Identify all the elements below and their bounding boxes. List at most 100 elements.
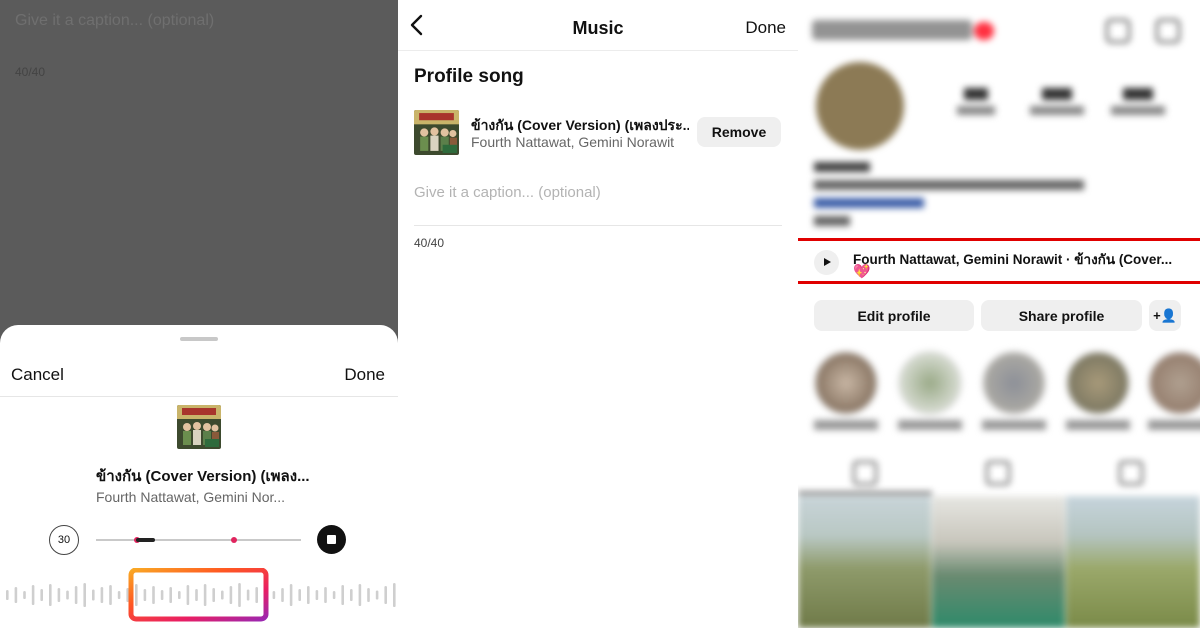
menu-icon[interactable] (1156, 19, 1180, 43)
section-title: Profile song (414, 66, 524, 87)
album-art (177, 405, 221, 449)
waveform-bar (186, 585, 190, 605)
waveform-bar (100, 587, 104, 603)
notification-dot (974, 22, 994, 40)
waveform-bar (6, 590, 9, 600)
song-artist: Fourth Nattawat, Gemini Norawit (471, 134, 675, 150)
create-icon[interactable] (1106, 19, 1130, 43)
character-counter: 40/40 (414, 236, 445, 250)
highlight-label (1148, 420, 1200, 430)
waveform-bar (229, 586, 233, 604)
dimmed-character-counter: 40/40 (15, 65, 46, 79)
waveform-bar (221, 590, 224, 600)
waveform-bar (281, 588, 284, 602)
waveform-bar (272, 591, 276, 599)
waveform-bar (74, 586, 78, 604)
cancel-button[interactable]: Cancel (11, 365, 64, 385)
tagged-tab-icon[interactable] (1119, 461, 1143, 485)
waveform-bar (246, 589, 250, 601)
avatar[interactable] (816, 62, 904, 150)
bio (814, 162, 1114, 231)
waveform-bar (341, 585, 344, 605)
waveform-bar (135, 584, 138, 606)
highlight-label (982, 420, 1046, 430)
grid-tab-icon[interactable] (853, 461, 877, 485)
waveform-bar (324, 587, 327, 603)
waveform-bar (23, 591, 26, 599)
nav-title: Music (572, 18, 624, 38)
story-highlight[interactable] (982, 351, 1046, 415)
waveform-bar (332, 591, 336, 599)
waveform-scrubber[interactable] (0, 568, 398, 622)
waveform-bar (298, 589, 301, 601)
active-tab-indicator (798, 492, 932, 494)
waveform-bar (57, 588, 61, 602)
story-highlight[interactable] (814, 351, 878, 415)
share-profile-button[interactable]: Share profile (981, 300, 1142, 331)
waveform-bar (375, 590, 379, 600)
waveform-bar (117, 591, 121, 599)
song-title: ข้างกัน (Cover Version) (เพลง... (96, 468, 310, 485)
waveform-bar (195, 589, 198, 601)
waveform-bar (393, 583, 396, 607)
song-artist: Fourth Nattawat, Gemini Nor... (96, 489, 286, 505)
bottom-sheet: Cancel Done ข้างกัน (Cover Version) (เพล… (0, 325, 398, 628)
story-highlight[interactable] (1148, 351, 1200, 415)
waveform-bar (40, 589, 43, 601)
posts-stat[interactable] (938, 88, 1014, 115)
clip-selector-screen: Give it a caption... (optional) 40/40 Ca… (0, 0, 398, 628)
profile-music-label: Fourth Nattawat, Gemini Norawit · ข้างกั… (853, 252, 1173, 267)
followers-stat[interactable] (1019, 88, 1095, 115)
waveform-bar (143, 589, 147, 601)
playhead-segment[interactable] (136, 538, 155, 542)
waveform-bar (14, 587, 18, 603)
highlight-label (814, 420, 878, 430)
waveform-bar (31, 585, 35, 605)
music-settings-screen: Music Done Profile song ข้างกัน (Cover V… (398, 0, 798, 628)
play-icon[interactable] (814, 250, 839, 275)
waveform-bar (289, 584, 293, 606)
waveform-bar (203, 584, 207, 606)
add-user-icon[interactable]: +👤 (1149, 300, 1181, 331)
waveform-bar (169, 587, 172, 603)
waveform-bar (255, 587, 258, 603)
story-highlight[interactable] (898, 351, 962, 415)
post-thumbnail[interactable] (1066, 496, 1200, 628)
waveform-bar (160, 590, 164, 600)
waveform-bar (66, 590, 69, 600)
divider (0, 396, 398, 397)
waveform-bar (178, 591, 181, 599)
album-art (414, 110, 459, 155)
dimmed-caption-placeholder: Give it a caption... (optional) (15, 12, 215, 29)
stop-icon (327, 535, 336, 544)
waveform-bar (307, 586, 310, 604)
waveform-bar (83, 583, 86, 607)
waveform-bar (238, 583, 241, 607)
stop-button[interactable] (317, 525, 346, 554)
reels-tab-icon[interactable] (986, 461, 1010, 485)
waveform-bar (350, 589, 353, 601)
story-highlight[interactable] (1066, 351, 1130, 415)
remove-button[interactable]: Remove (697, 117, 781, 147)
done-button[interactable]: Done (344, 365, 385, 385)
waveform-bar (367, 588, 370, 602)
clip-length-button[interactable]: 30 (49, 525, 79, 555)
playback-track[interactable] (96, 536, 301, 543)
profile-music-highlight[interactable]: Fourth Nattawat, Gemini Norawit · ข้างกั… (798, 238, 1200, 284)
waveform-bar (384, 586, 387, 604)
heart-emoji: 💖 (853, 263, 871, 279)
edit-profile-button[interactable]: Edit profile (814, 300, 974, 331)
sheet-grabber[interactable] (180, 337, 218, 341)
nav-bar: Music Done (398, 0, 798, 51)
done-button[interactable]: Done (745, 18, 786, 38)
following-stat[interactable] (1100, 88, 1176, 115)
waveform-bar (152, 586, 155, 604)
caption-input[interactable] (414, 182, 782, 226)
waveform-bar (358, 584, 362, 606)
post-thumbnail[interactable] (798, 496, 931, 628)
waveform-bar (92, 589, 95, 601)
highlight-label (1066, 420, 1130, 430)
waveform-bar (315, 590, 319, 600)
post-thumbnail[interactable] (932, 496, 1065, 628)
profile-screen: Fourth Nattawat, Gemini Norawit · ข้างกั… (798, 0, 1200, 628)
